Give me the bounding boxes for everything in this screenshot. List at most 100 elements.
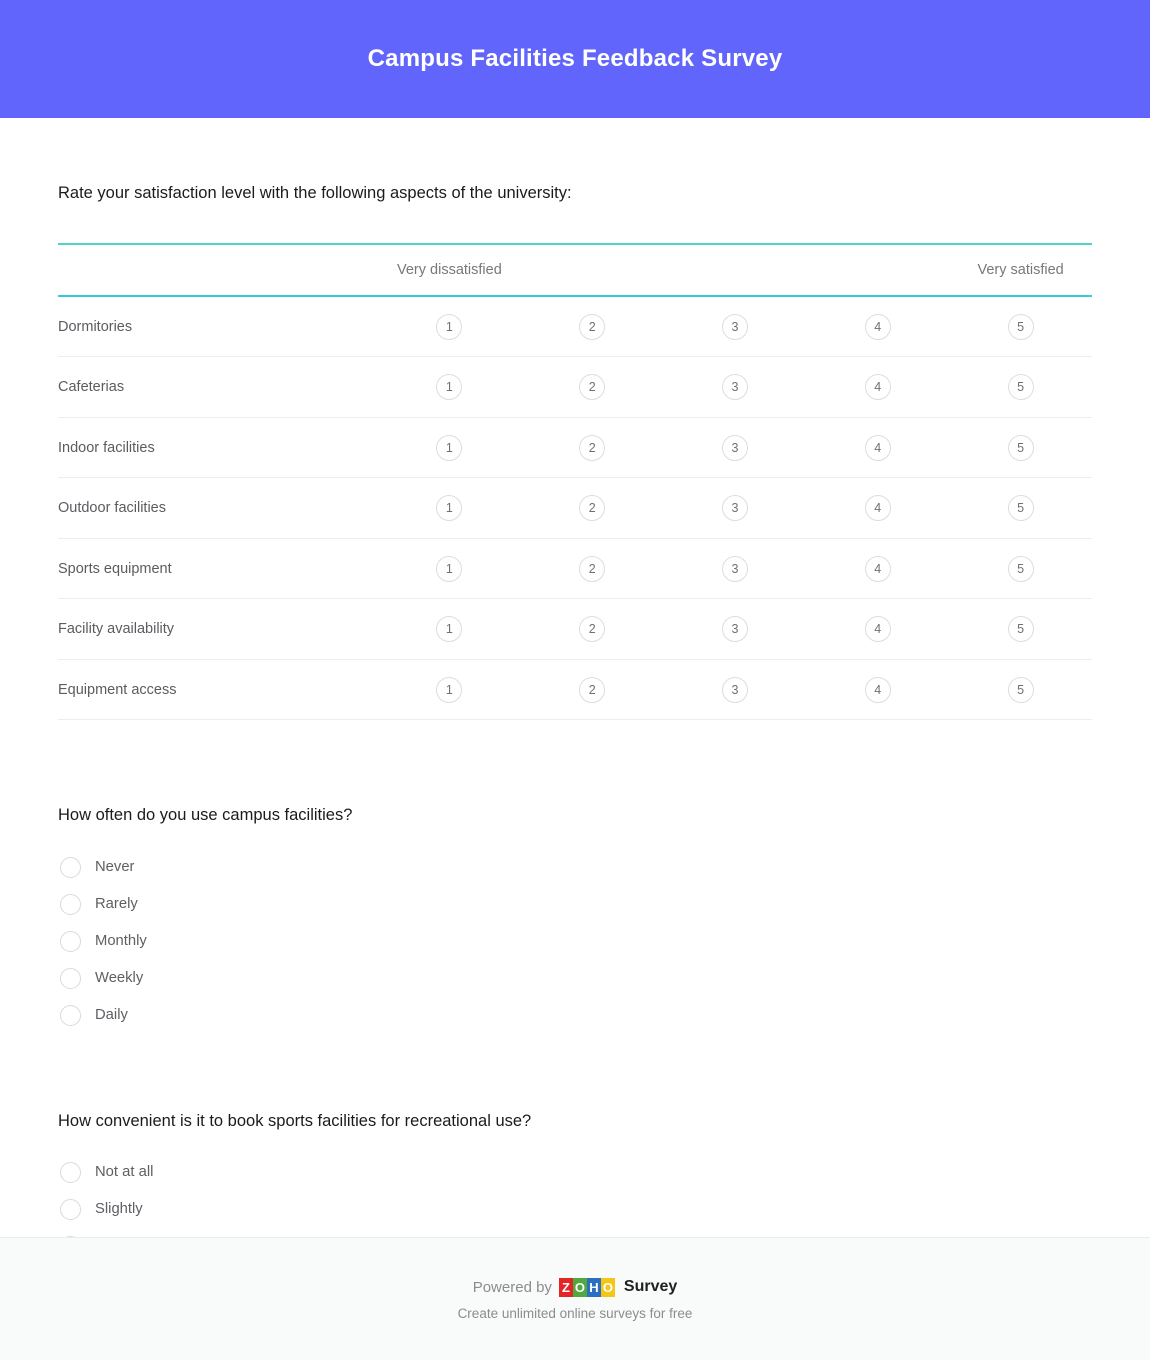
rating-cell-5[interactable]: 5 bbox=[949, 478, 1092, 539]
rating-option-4[interactable]: 4 bbox=[865, 677, 891, 703]
rating-cell-4[interactable]: 4 bbox=[806, 538, 949, 599]
rating-cell-2[interactable]: 2 bbox=[521, 417, 664, 478]
table-row: Sports equipment 1 2 3 4 5 bbox=[58, 538, 1092, 599]
matrix-row-label: Outdoor facilities bbox=[58, 478, 378, 539]
rating-cell-3[interactable]: 3 bbox=[664, 478, 807, 539]
rating-cell-3[interactable]: 3 bbox=[664, 417, 807, 478]
rating-option-3[interactable]: 3 bbox=[722, 556, 748, 582]
rating-cell-1[interactable]: 1 bbox=[378, 599, 521, 660]
radio-icon[interactable] bbox=[60, 1005, 81, 1026]
table-row: Cafeterias 1 2 3 4 5 bbox=[58, 357, 1092, 418]
list-item[interactable]: Moderately bbox=[58, 1228, 1092, 1237]
rating-cell-4[interactable]: 4 bbox=[806, 478, 949, 539]
rating-cell-5[interactable]: 5 bbox=[949, 599, 1092, 660]
rating-cell-2[interactable]: 2 bbox=[521, 296, 664, 357]
rating-option-1[interactable]: 1 bbox=[436, 677, 462, 703]
radio-icon[interactable] bbox=[60, 1162, 81, 1183]
radio-icon[interactable] bbox=[60, 1199, 81, 1220]
rating-cell-2[interactable]: 2 bbox=[521, 538, 664, 599]
rating-option-2[interactable]: 2 bbox=[579, 616, 605, 642]
rating-cell-1[interactable]: 1 bbox=[378, 417, 521, 478]
rating-option-4[interactable]: 4 bbox=[865, 495, 891, 521]
rating-option-3[interactable]: 3 bbox=[722, 495, 748, 521]
option-label: Weekly bbox=[95, 971, 143, 986]
rating-cell-3[interactable]: 3 bbox=[664, 357, 807, 418]
list-item[interactable]: Daily bbox=[58, 997, 1092, 1034]
rating-option-1[interactable]: 1 bbox=[436, 495, 462, 521]
rating-cell-5[interactable]: 5 bbox=[949, 538, 1092, 599]
radio-icon[interactable] bbox=[60, 857, 81, 878]
rating-option-5[interactable]: 5 bbox=[1008, 435, 1034, 461]
radio-icon[interactable] bbox=[60, 968, 81, 989]
rating-option-1[interactable]: 1 bbox=[436, 616, 462, 642]
page-title: Campus Facilities Feedback Survey bbox=[368, 47, 783, 71]
zoho-tile-h: H bbox=[587, 1278, 601, 1297]
list-item[interactable]: Weekly bbox=[58, 960, 1092, 997]
rating-option-5[interactable]: 5 bbox=[1008, 495, 1034, 521]
radio-icon[interactable] bbox=[60, 894, 81, 915]
rating-option-5[interactable]: 5 bbox=[1008, 616, 1034, 642]
rating-option-4[interactable]: 4 bbox=[865, 435, 891, 461]
rating-option-2[interactable]: 2 bbox=[579, 314, 605, 340]
rating-option-1[interactable]: 1 bbox=[436, 374, 462, 400]
rating-option-3[interactable]: 3 bbox=[722, 314, 748, 340]
rating-cell-3[interactable]: 3 bbox=[664, 296, 807, 357]
rating-cell-5[interactable]: 5 bbox=[949, 296, 1092, 357]
rating-cell-5[interactable]: 5 bbox=[949, 417, 1092, 478]
rating-cell-1[interactable]: 1 bbox=[378, 296, 521, 357]
rating-option-4[interactable]: 4 bbox=[865, 374, 891, 400]
rating-option-5[interactable]: 5 bbox=[1008, 314, 1034, 340]
rating-cell-2[interactable]: 2 bbox=[521, 478, 664, 539]
rating-option-2[interactable]: 2 bbox=[579, 556, 605, 582]
rating-option-5[interactable]: 5 bbox=[1008, 556, 1034, 582]
brand-word: Survey bbox=[624, 1278, 677, 1296]
rating-cell-2[interactable]: 2 bbox=[521, 357, 664, 418]
rating-option-2[interactable]: 2 bbox=[579, 374, 605, 400]
matrix-header-col-4 bbox=[806, 244, 949, 296]
matrix-row-label: Indoor facilities bbox=[58, 417, 378, 478]
rating-option-4[interactable]: 4 bbox=[865, 556, 891, 582]
rating-option-3[interactable]: 3 bbox=[722, 616, 748, 642]
rating-option-5[interactable]: 5 bbox=[1008, 374, 1034, 400]
survey-footer: Powered by Z O H O Survey Create unlimit… bbox=[0, 1237, 1150, 1360]
radio-icon[interactable] bbox=[60, 931, 81, 952]
list-item[interactable]: Not at all bbox=[58, 1154, 1092, 1191]
rating-cell-4[interactable]: 4 bbox=[806, 417, 949, 478]
rating-cell-3[interactable]: 3 bbox=[664, 659, 807, 720]
rating-option-1[interactable]: 1 bbox=[436, 314, 462, 340]
frequency-question-text: How often do you use campus facilities? bbox=[58, 804, 1092, 826]
rating-cell-3[interactable]: 3 bbox=[664, 599, 807, 660]
rating-cell-3[interactable]: 3 bbox=[664, 538, 807, 599]
rating-cell-1[interactable]: 1 bbox=[378, 357, 521, 418]
rating-cell-4[interactable]: 4 bbox=[806, 296, 949, 357]
rating-option-3[interactable]: 3 bbox=[722, 374, 748, 400]
list-item[interactable]: Never bbox=[58, 849, 1092, 886]
rating-cell-2[interactable]: 2 bbox=[521, 659, 664, 720]
rating-option-1[interactable]: 1 bbox=[436, 435, 462, 461]
rating-option-1[interactable]: 1 bbox=[436, 556, 462, 582]
option-label: Never bbox=[95, 860, 134, 875]
rating-option-5[interactable]: 5 bbox=[1008, 677, 1034, 703]
rating-cell-4[interactable]: 4 bbox=[806, 659, 949, 720]
rating-option-2[interactable]: 2 bbox=[579, 495, 605, 521]
rating-cell-1[interactable]: 1 bbox=[378, 538, 521, 599]
rating-option-4[interactable]: 4 bbox=[865, 616, 891, 642]
scale-label-high: Very satisfied bbox=[949, 244, 1092, 296]
list-item[interactable]: Monthly bbox=[58, 923, 1092, 960]
matrix-row-label: Facility availability bbox=[58, 599, 378, 660]
rating-option-2[interactable]: 2 bbox=[579, 435, 605, 461]
rating-cell-1[interactable]: 1 bbox=[378, 659, 521, 720]
rating-cell-4[interactable]: 4 bbox=[806, 599, 949, 660]
rating-option-3[interactable]: 3 bbox=[722, 677, 748, 703]
rating-option-2[interactable]: 2 bbox=[579, 677, 605, 703]
rating-cell-1[interactable]: 1 bbox=[378, 478, 521, 539]
rating-cell-5[interactable]: 5 bbox=[949, 659, 1092, 720]
rating-option-4[interactable]: 4 bbox=[865, 314, 891, 340]
list-item[interactable]: Rarely bbox=[58, 886, 1092, 923]
rating-cell-4[interactable]: 4 bbox=[806, 357, 949, 418]
list-item[interactable]: Slightly bbox=[58, 1191, 1092, 1228]
rating-cell-2[interactable]: 2 bbox=[521, 599, 664, 660]
rating-option-3[interactable]: 3 bbox=[722, 435, 748, 461]
table-row: Equipment access 1 2 3 4 5 bbox=[58, 659, 1092, 720]
rating-cell-5[interactable]: 5 bbox=[949, 357, 1092, 418]
